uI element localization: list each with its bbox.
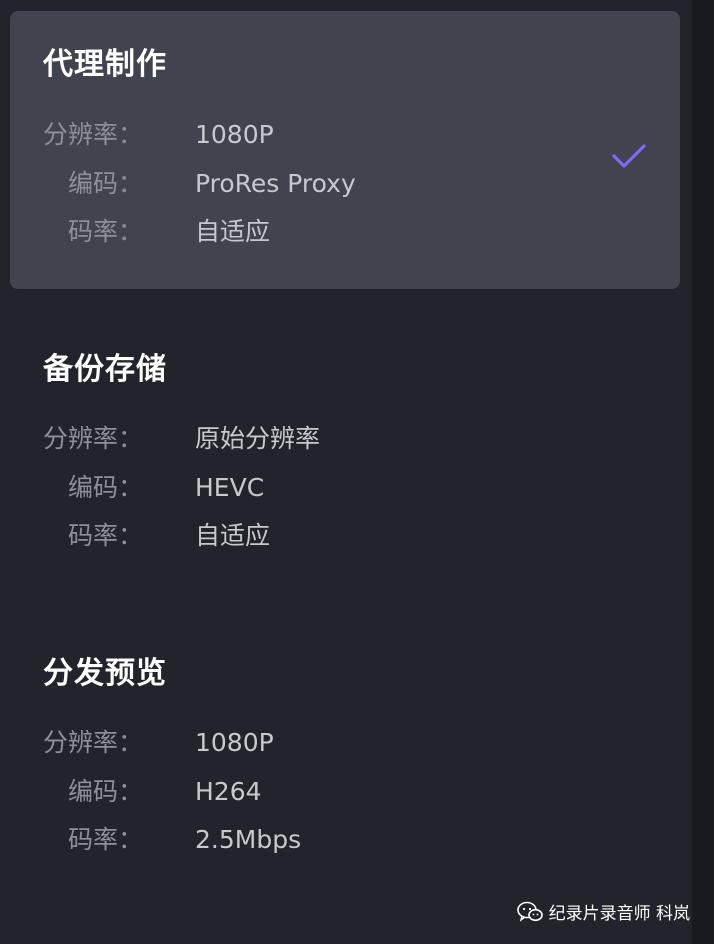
codec-row: 编码： HEVC [43,471,603,505]
resolution-value: 1080P [195,120,274,149]
codec-label: 编码： [67,473,143,502]
resolution-row: 分辨率： 1080P [43,726,603,760]
bitrate-row: 码率： 自适应 [43,519,603,553]
resolution-value: 原始分辨率 [195,424,321,453]
codec-value: H264 [195,777,262,806]
codec-row: 编码： ProRes Proxy [43,167,603,201]
watermark-text: 纪录片录音师 科岚 [548,904,690,924]
preset-title: 代理制作 [43,47,167,82]
resolution-label: 分辨率： [42,120,143,149]
resolution-label: 分辨率： [42,424,143,453]
resolution-label: 分辨率： [42,728,143,757]
codec-row: 编码： H264 [43,775,603,809]
codec-label: 编码： [67,777,143,806]
watermark: 纪录片录音师 科岚 [516,899,690,924]
bitrate-label: 码率： [67,521,143,550]
resolution-value: 1080P [195,728,274,757]
bitrate-row: 码率： 自适应 [43,215,603,249]
bitrate-row: 码率： 2.5Mbps [43,823,603,857]
resolution-row: 分辨率： 1080P [43,118,603,152]
panel-edge [692,0,714,944]
bitrate-value: 自适应 [195,521,271,550]
preset-title: 分发预览 [43,656,167,691]
codec-value: ProRes Proxy [195,169,356,198]
preset-title: 备份存储 [43,352,167,387]
resolution-row: 分辨率： 原始分辨率 [43,422,603,456]
preset-option-proxy[interactable]: 代理制作 分辨率： 1080P 编码： ProRes Proxy 码率： 自适应 [10,11,680,289]
preset-option-preview[interactable]: 分发预览 分辨率： 1080P 编码： H264 码率： 2.5Mbps [10,620,680,898]
bitrate-label: 码率： [67,825,143,854]
checkmark-icon [612,144,646,168]
bitrate-label: 码率： [67,217,143,246]
codec-label: 编码： [67,169,143,198]
codec-value: HEVC [195,473,265,502]
bitrate-value: 2.5Mbps [195,825,302,854]
wechat-icon [516,901,543,922]
preset-option-backup[interactable]: 备份存储 分辨率： 原始分辨率 编码： HEVC 码率： 自适应 [10,316,680,594]
bitrate-value: 自适应 [195,217,271,246]
